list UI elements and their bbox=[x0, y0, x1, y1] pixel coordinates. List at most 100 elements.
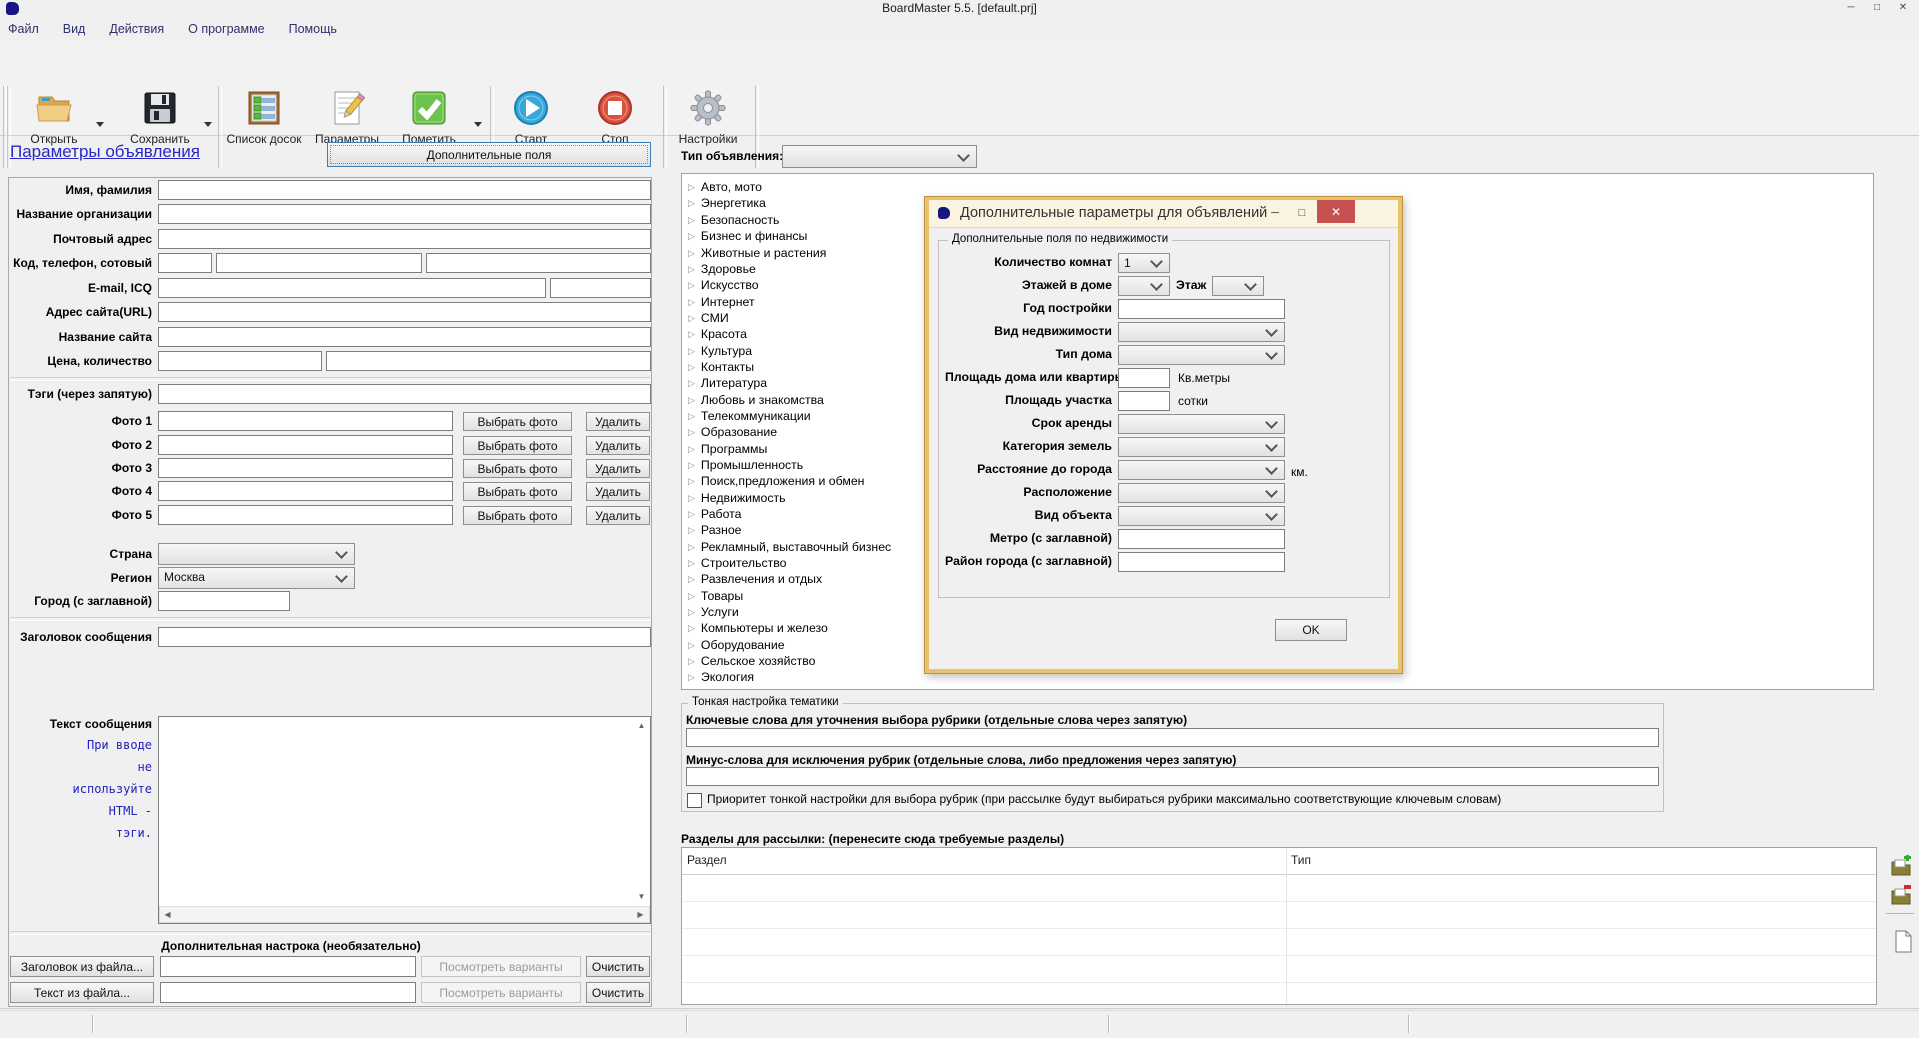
text-from-file-button[interactable]: Текст из файла... bbox=[10, 982, 154, 1003]
tree-expand-icon[interactable]: ▷ bbox=[688, 558, 695, 569]
land-category-select[interactable] bbox=[1118, 437, 1285, 457]
board-list-button[interactable]: Список досок bbox=[224, 86, 304, 170]
land-area-input[interactable] bbox=[1118, 391, 1170, 411]
photo3-choose-button[interactable]: Выбрать фото bbox=[463, 459, 572, 478]
tree-item-label[interactable]: Культура bbox=[701, 344, 752, 358]
new-document-icon[interactable] bbox=[1893, 930, 1913, 954]
header-view-variants-button[interactable]: Посмотреть варианты bbox=[421, 956, 581, 977]
placement-select[interactable] bbox=[1118, 483, 1285, 503]
rooms-count-select[interactable]: 1 bbox=[1118, 253, 1170, 273]
tree-expand-icon[interactable]: ▷ bbox=[688, 607, 695, 618]
add-section-folder-icon[interactable] bbox=[1890, 855, 1912, 877]
column-header-section[interactable]: Раздел bbox=[687, 853, 727, 867]
tree-item-label[interactable]: Промышленность bbox=[701, 458, 803, 472]
tree-item-label[interactable]: Поиск,предложения и обмен bbox=[701, 474, 865, 488]
priority-checkbox[interactable] bbox=[687, 793, 702, 808]
phone-code-input[interactable] bbox=[158, 253, 212, 273]
tree-expand-icon[interactable]: ▷ bbox=[688, 640, 695, 651]
tree-expand-icon[interactable]: ▷ bbox=[688, 346, 695, 357]
tree-item-label[interactable]: Искусство bbox=[701, 278, 759, 292]
tree-item-label[interactable]: Экология bbox=[701, 670, 754, 684]
rent-term-select[interactable] bbox=[1118, 414, 1285, 434]
email-input[interactable] bbox=[158, 278, 546, 298]
name-input[interactable] bbox=[158, 180, 651, 200]
tree-expand-icon[interactable]: ▷ bbox=[688, 574, 695, 585]
dialog-close-icon[interactable]: ✕ bbox=[1317, 200, 1355, 223]
tree-expand-icon[interactable]: ▷ bbox=[688, 656, 695, 667]
tree-expand-icon[interactable]: ▷ bbox=[688, 297, 695, 308]
message-header-input[interactable] bbox=[158, 627, 651, 647]
tree-item-label[interactable]: Интернет bbox=[701, 295, 755, 309]
tree-item-label[interactable]: Здоровье bbox=[701, 262, 756, 276]
extra-fields-button[interactable]: Дополнительные поля bbox=[327, 142, 651, 167]
postal-address-input[interactable] bbox=[158, 229, 651, 249]
tree-item-label[interactable]: Рекламный, выставочный бизнес bbox=[701, 540, 891, 554]
tree-expand-icon[interactable]: ▷ bbox=[688, 591, 695, 602]
scroll-up-icon[interactable]: ▲ bbox=[634, 718, 649, 733]
floors-in-house-select[interactable] bbox=[1118, 276, 1170, 296]
tree-expand-icon[interactable]: ▷ bbox=[688, 329, 695, 340]
ad-type-select[interactable] bbox=[782, 145, 977, 168]
tree-expand-icon[interactable]: ▷ bbox=[688, 444, 695, 455]
mark-dropdown-icon[interactable] bbox=[474, 122, 482, 127]
city-district-input[interactable] bbox=[1118, 552, 1285, 572]
menu-file[interactable]: Файл bbox=[8, 22, 51, 36]
tree-item-label[interactable]: Безопасность bbox=[701, 213, 779, 227]
tree-expand-icon[interactable]: ▷ bbox=[688, 362, 695, 373]
open-dropdown-icon[interactable] bbox=[96, 122, 104, 127]
header-from-file-input[interactable] bbox=[160, 956, 416, 977]
close-window-icon[interactable]: ✕ bbox=[1890, 0, 1916, 15]
dialog-ok-button[interactable]: OK bbox=[1275, 619, 1347, 641]
tree-expand-icon[interactable]: ▷ bbox=[688, 623, 695, 634]
photo5-input[interactable] bbox=[158, 505, 453, 525]
photo4-delete-button[interactable]: Удалить bbox=[586, 482, 650, 501]
tree-item-label[interactable]: Красота bbox=[701, 327, 747, 341]
tree-item-label[interactable]: Литература bbox=[701, 376, 767, 390]
icq-input[interactable] bbox=[550, 278, 651, 298]
tree-item-label[interactable]: Услуги bbox=[701, 605, 739, 619]
tree-expand-icon[interactable]: ▷ bbox=[688, 215, 695, 226]
tree-expand-icon[interactable]: ▷ bbox=[688, 542, 695, 553]
quantity-input[interactable] bbox=[326, 351, 651, 371]
photo1-delete-button[interactable]: Удалить bbox=[586, 412, 650, 431]
metro-input[interactable] bbox=[1118, 529, 1285, 549]
horizontal-scrollbar[interactable] bbox=[159, 906, 650, 923]
tree-expand-icon[interactable]: ▷ bbox=[688, 427, 695, 438]
header-from-file-button[interactable]: Заголовок из файла... bbox=[10, 956, 154, 977]
menu-help[interactable]: Помощь bbox=[289, 22, 349, 36]
tree-expand-icon[interactable]: ▷ bbox=[688, 525, 695, 536]
tree-expand-icon[interactable]: ▷ bbox=[688, 460, 695, 471]
tree-expand-icon[interactable]: ▷ bbox=[688, 476, 695, 487]
tree-expand-icon[interactable]: ▷ bbox=[688, 493, 695, 504]
site-url-input[interactable] bbox=[158, 302, 651, 322]
tree-item-label[interactable]: Развлечения и отдых bbox=[701, 572, 822, 586]
house-type-select[interactable] bbox=[1118, 345, 1285, 365]
tree-expand-icon[interactable]: ▷ bbox=[688, 280, 695, 291]
tree-expand-icon[interactable]: ▷ bbox=[688, 411, 695, 422]
region-select[interactable]: Москва bbox=[158, 567, 355, 589]
dialog-minimize-icon[interactable]: ─ bbox=[1262, 203, 1288, 223]
realty-kind-select[interactable] bbox=[1118, 322, 1285, 342]
photo1-choose-button[interactable]: Выбрать фото bbox=[463, 412, 572, 431]
scroll-left-icon[interactable]: ◀ bbox=[160, 907, 175, 922]
phone-number-input[interactable] bbox=[216, 253, 422, 273]
site-name-input[interactable] bbox=[158, 327, 651, 347]
floor-select[interactable] bbox=[1212, 276, 1264, 296]
photo4-choose-button[interactable]: Выбрать фото bbox=[463, 482, 572, 501]
tree-expand-icon[interactable]: ▷ bbox=[688, 231, 695, 242]
photo3-delete-button[interactable]: Удалить bbox=[586, 459, 650, 478]
build-year-input[interactable] bbox=[1118, 299, 1285, 319]
dialog-maximize-icon[interactable]: □ bbox=[1289, 203, 1315, 223]
tree-expand-icon[interactable]: ▷ bbox=[688, 198, 695, 209]
object-kind-select[interactable] bbox=[1118, 506, 1285, 526]
tree-item-label[interactable]: Телекоммуникации bbox=[701, 409, 811, 423]
tree-item-label[interactable]: Животные и растения bbox=[701, 246, 826, 260]
tree-item-label[interactable]: Строительство bbox=[701, 556, 787, 570]
photo2-input[interactable] bbox=[158, 435, 453, 455]
menu-about[interactable]: О программе bbox=[188, 22, 276, 36]
photo2-delete-button[interactable]: Удалить bbox=[586, 436, 650, 455]
photo5-choose-button[interactable]: Выбрать фото bbox=[463, 506, 572, 525]
tree-item-label[interactable]: Компьютеры и железо bbox=[701, 621, 828, 635]
tree-item-label[interactable]: Работа bbox=[701, 507, 742, 521]
maximize-window-icon[interactable]: □ bbox=[1864, 0, 1890, 15]
